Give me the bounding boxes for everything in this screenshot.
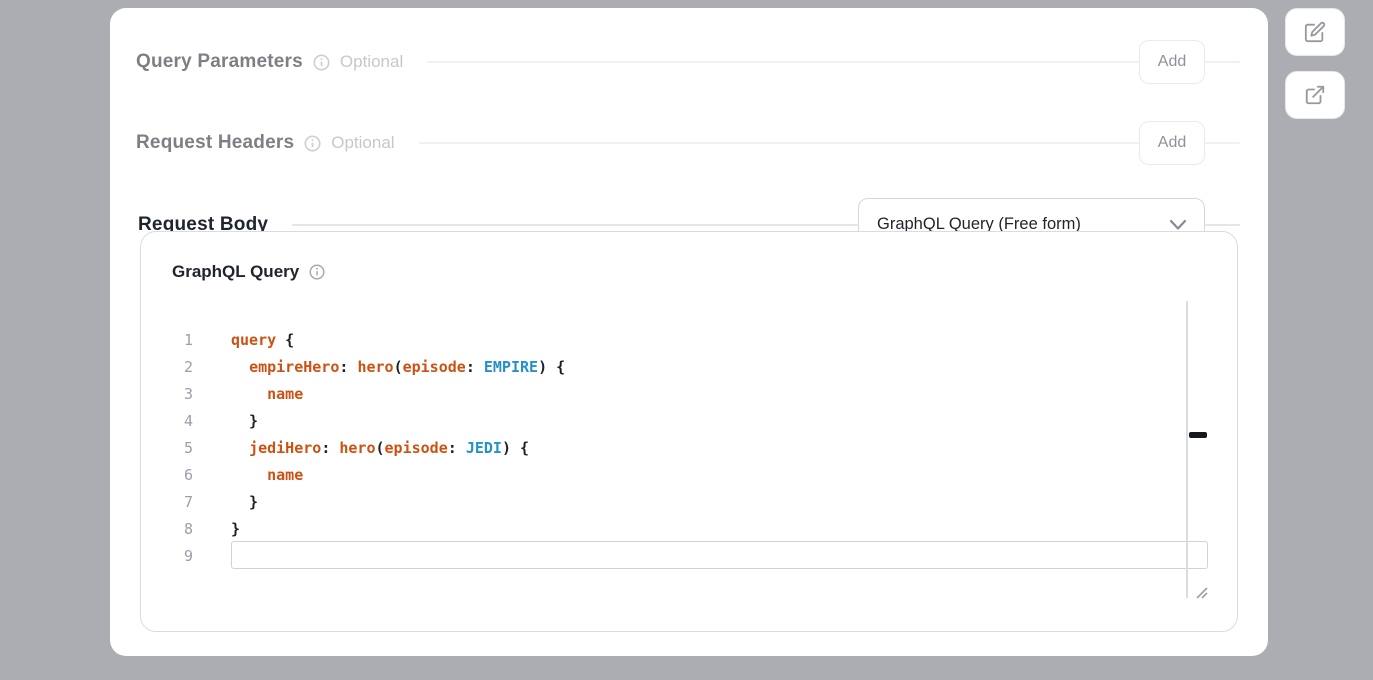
line-number: 8 — [159, 516, 193, 543]
request-headers-title: Request Headers — [136, 132, 294, 154]
line-number: 2 — [159, 354, 193, 381]
graphql-code-editor[interactable]: query { empireHero: hero(episode: EMPIRE… — [231, 327, 1177, 570]
code-line: query { — [231, 327, 1177, 354]
code-line: jediHero: hero(episode: JEDI) { — [231, 435, 1177, 462]
code-line: } — [231, 489, 1177, 516]
graphql-query-label: GraphQL Query — [172, 262, 299, 282]
optional-label: Optional — [340, 52, 403, 72]
scrollbar-thumb[interactable] — [1189, 432, 1207, 438]
info-icon[interactable] — [304, 135, 321, 152]
graphql-editor-label-row: GraphQL Query — [172, 262, 325, 282]
code-line: empireHero: hero(episode: EMPIRE) { — [231, 354, 1177, 381]
edit-icon — [1304, 21, 1326, 43]
line-number: 1 — [159, 327, 193, 354]
line-number: 4 — [159, 408, 193, 435]
section-query-parameters: Query Parameters Optional Add — [136, 40, 1240, 84]
line-number: 5 — [159, 435, 193, 462]
info-icon[interactable] — [309, 264, 325, 280]
line-number: 9 — [159, 543, 193, 570]
section-divider-stub — [1205, 61, 1240, 63]
optional-label: Optional — [331, 133, 394, 153]
add-query-parameter-button[interactable]: Add — [1139, 40, 1205, 84]
query-parameters-title: Query Parameters — [136, 51, 303, 73]
info-icon[interactable] — [313, 54, 330, 71]
line-number: 3 — [159, 381, 193, 408]
section-divider-stub — [1205, 142, 1240, 144]
section-divider — [292, 224, 858, 226]
section-request-headers: Request Headers Optional Add — [136, 121, 1240, 165]
chevron-down-icon — [1168, 219, 1188, 231]
code-line: name — [231, 381, 1177, 408]
resize-handle[interactable] — [1193, 584, 1209, 600]
code-line: name — [231, 462, 1177, 489]
edit-request-button[interactable] — [1285, 8, 1345, 56]
app-page: Query Parameters Optional Add Request He… — [0, 0, 1373, 680]
section-divider-stub — [1205, 224, 1240, 226]
request-config-card: Query Parameters Optional Add Request He… — [110, 8, 1268, 656]
add-request-header-button[interactable]: Add — [1139, 121, 1205, 165]
open-external-button[interactable] — [1285, 71, 1345, 119]
line-number: 7 — [159, 489, 193, 516]
code-line: } — [231, 408, 1177, 435]
cursor-line-highlight — [231, 541, 1208, 569]
line-number-gutter: 123456789 — [159, 327, 193, 570]
section-divider — [427, 61, 1139, 63]
line-number: 6 — [159, 462, 193, 489]
editor-scroll-gutter — [1186, 301, 1188, 598]
code-line: } — [231, 516, 1177, 543]
section-divider — [419, 142, 1139, 144]
graphql-editor-box: GraphQL Query 123456789 query { empireHe… — [140, 231, 1238, 632]
external-link-icon — [1304, 84, 1326, 106]
